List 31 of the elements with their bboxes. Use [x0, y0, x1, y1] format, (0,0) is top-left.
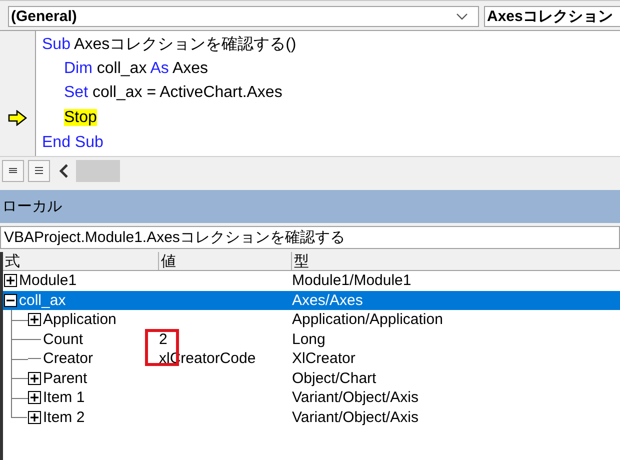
panel-title: ローカル [0, 190, 620, 223]
scroll-left-icon[interactable] [58, 164, 70, 178]
object-dropdown[interactable]: (General) [8, 6, 479, 27]
tree-row[interactable]: coll_ax Axes/Axes [3, 290, 620, 310]
expand-icon[interactable] [28, 313, 41, 326]
tree-row[interactable]: Item 1 Variant/Object/Axis [3, 388, 620, 408]
code-line: Sub Axesコレクションを確認する() [42, 36, 296, 53]
module-view-button[interactable] [28, 160, 50, 182]
lines-icon [35, 167, 43, 174]
code-line: End Sub [42, 134, 104, 151]
expand-icon[interactable] [28, 410, 41, 424]
column-header[interactable]: 型 [292, 252, 620, 270]
scrollbar-thumb[interactable] [76, 160, 120, 182]
procedure-dropdown[interactable]: Axesコレクション [484, 6, 620, 27]
code-line: Dim coll_ax As Axes [64, 60, 208, 77]
tree-row[interactable]: Count 2 Long [3, 330, 620, 349]
procedure-view-button[interactable] [2, 160, 24, 182]
expand-icon[interactable] [28, 391, 41, 404]
lines-icon [9, 168, 17, 173]
caret-icon [456, 12, 468, 20]
tree-row[interactable]: Item 2 Variant/Object/Axis [3, 408, 620, 427]
expand-icon[interactable] [28, 372, 41, 385]
expand-icon[interactable] [4, 274, 17, 288]
tree-row[interactable]: Parent Object/Chart [3, 368, 620, 388]
collapse-icon[interactable] [4, 294, 17, 307]
column-header[interactable]: 値 [159, 252, 292, 270]
context-field: VBAProject.Module1.Axesコレクションを確認する [0, 226, 620, 249]
column-header[interactable]: 式 [3, 252, 159, 270]
code-line: Set coll_ax = ActiveChart.Axes [64, 84, 282, 102]
tree-row[interactable]: Application Application/Application [3, 310, 620, 330]
tree-row[interactable]: Module1 Module1/Module1 [3, 271, 620, 290]
